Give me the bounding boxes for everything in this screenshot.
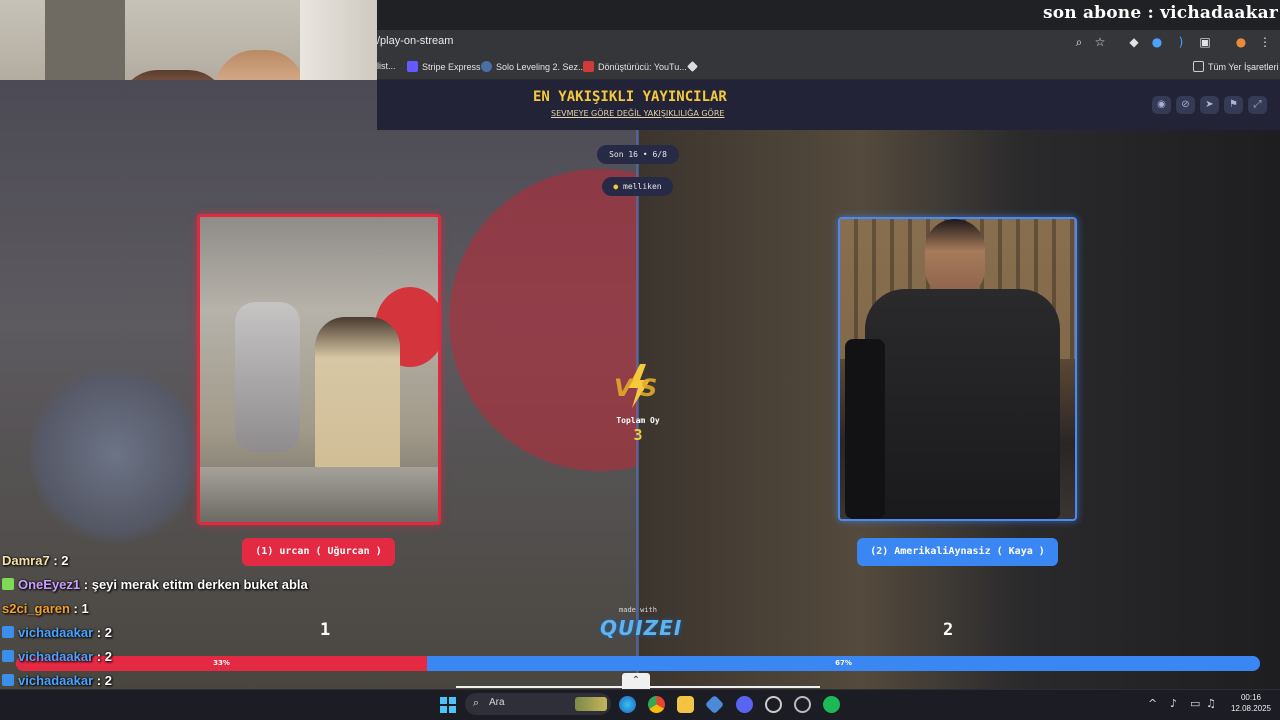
app-circle-icon[interactable] [765, 696, 782, 713]
stripe-icon [407, 61, 418, 72]
diamond-icon [687, 61, 698, 72]
chat-message: vichadaakar : 2 [2, 649, 112, 669]
bookmark-item[interactable]: list... [377, 61, 396, 71]
edge-icon[interactable] [619, 696, 636, 713]
clock-time[interactable]: 00:16 [1229, 693, 1273, 702]
obs-icon[interactable] [794, 696, 811, 713]
page-subtitle: SEVMEYE GÖRE DEĞİL YAKIŞIKLILIĞA GÖRE [551, 109, 725, 118]
file-explorer-icon[interactable] [677, 696, 694, 713]
url-text[interactable]: /play-on-stream [377, 35, 453, 47]
contestant-card-left[interactable] [197, 214, 441, 525]
bookmark-item-stripe[interactable]: Stripe Express [407, 61, 481, 72]
bookmarks-bar: list... Stripe Express Solo Leveling 2. … [377, 55, 1280, 80]
eye-icon[interactable]: ◉ [1152, 96, 1171, 114]
chat-text: : 1 [69, 601, 89, 616]
round-indicator: Son 16 • 6/8 [597, 145, 679, 164]
app-header [377, 80, 1280, 130]
search-icon: ⌕ [473, 696, 480, 709]
chat-badge-icon [2, 674, 14, 686]
score-right: 2 [943, 620, 954, 640]
chat-message: OneEyez1 : şeyi merak etitm derken buket… [2, 577, 308, 597]
vote-button-right[interactable]: (2) AmerikaliAynasiz ( Kaya ) [857, 538, 1058, 566]
address-bar[interactable]: /play-on-stream ⌕ ☆ ◆ ● ) ▣ ● ⋮ [377, 30, 1280, 55]
person-body [865, 289, 1060, 519]
user-badge: ● melliken [602, 177, 673, 196]
brand-logo[interactable]: QUIZEI [600, 616, 681, 640]
link-icon[interactable]: ⊘ [1176, 96, 1195, 114]
contestant-card-right[interactable] [838, 217, 1077, 521]
chat-badge-icon [2, 626, 14, 638]
clock-date[interactable]: 12.08.2025 [1225, 704, 1277, 713]
extension-audio-icon[interactable]: ) [1173, 34, 1189, 50]
made-with-label: made with [619, 606, 657, 614]
user-avatar-icon: ● [613, 182, 624, 191]
taskbar-expand-handle[interactable]: ⌃ [622, 673, 650, 689]
taskbar-search[interactable]: ⌕ Ara [465, 693, 611, 715]
vote-button-left[interactable]: (1) urcan ( Uğurcan ) [242, 538, 395, 566]
bookmark-item-solo-leveling[interactable]: Solo Leveling 2. Sez... [481, 61, 586, 72]
chrome-icon[interactable] [648, 696, 665, 713]
chat-username[interactable]: vichadaakar [18, 649, 93, 664]
search-highlight-icon [575, 697, 607, 711]
chat-username[interactable]: OneEyez1 [18, 577, 80, 592]
chat-username[interactable]: vichadaakar [18, 625, 93, 640]
bookmark-item-extra[interactable] [687, 61, 702, 72]
chat-username[interactable]: vichadaakar [18, 673, 93, 688]
send-icon[interactable]: ➤ [1200, 96, 1219, 114]
total-votes-value: 3 [633, 426, 643, 444]
chat-text: : 2 [49, 553, 69, 568]
search-input[interactable]: Ara [489, 697, 505, 708]
start-button[interactable] [440, 697, 456, 713]
menu-kebab-icon[interactable]: ⋮ [1257, 34, 1273, 50]
all-bookmarks[interactable]: Tüm Yer İşaretleri [1193, 61, 1279, 72]
site-icon [481, 61, 492, 72]
chat-text: : 2 [93, 649, 112, 664]
network-icon[interactable]: ▭ [1190, 697, 1200, 710]
flag-icon[interactable]: ⚑ [1224, 96, 1243, 114]
profile-avatar-icon[interactable]: ● [1233, 34, 1249, 50]
discord-icon[interactable] [736, 696, 753, 713]
chair [845, 339, 885, 519]
chat-message: Damra7 : 2 [2, 553, 69, 573]
bookmark-star-icon[interactable]: ☆ [1092, 34, 1108, 50]
fullscreen-icon[interactable]: ⤢ [1248, 96, 1267, 114]
total-votes-label: Toplam Oy [616, 416, 660, 425]
svg-text:S: S [640, 374, 657, 402]
chat-badge-icon [2, 578, 14, 590]
chat-username[interactable]: Damra7 [2, 553, 50, 568]
chat-message: vichadaakar : 2 [2, 625, 112, 645]
extension-icon[interactable]: ◆ [1126, 34, 1142, 50]
rock-base [200, 467, 438, 522]
vote-progress-bar: 33% 67% [16, 656, 1260, 671]
statue-figure [235, 302, 300, 452]
chat-text: : şeyi merak etitm derken buket abla [80, 577, 308, 592]
chat-message: s2ci_garen : 1 [2, 601, 89, 621]
extension-blue-icon[interactable]: ● [1149, 34, 1165, 50]
svg-text:V: V [614, 374, 635, 402]
spotify-icon[interactable] [823, 696, 840, 713]
chat-username[interactable]: s2ci_garen [2, 601, 70, 616]
converter-icon [583, 61, 594, 72]
tray-chevron-icon[interactable]: ^ [1148, 697, 1157, 710]
stream-subscriber-overlay: son abone : vichadaakar [1042, 3, 1278, 23]
chat-badge-icon [2, 650, 14, 662]
score-left: 1 [320, 620, 331, 640]
page-title: EN YAKIŞIKLI YAYINCILAR [533, 89, 727, 105]
extensions-puzzle-icon[interactable]: ▣ [1197, 34, 1213, 50]
folder-icon [1193, 61, 1204, 72]
vs-icon: V S [614, 364, 657, 408]
microphone-icon[interactable]: ♪ [1170, 697, 1177, 710]
taskbar [0, 689, 1280, 720]
person-head [925, 219, 985, 299]
chat-text: : 2 [93, 625, 112, 640]
zoom-icon[interactable]: ⌕ [1071, 34, 1087, 50]
volume-icon[interactable]: ♫ [1206, 697, 1216, 710]
bookmark-item-converter[interactable]: Dönüştürücü: YouTu... [583, 61, 687, 72]
progress-segment-right: 67% [427, 656, 1260, 671]
chat-text: : 2 [93, 673, 112, 688]
